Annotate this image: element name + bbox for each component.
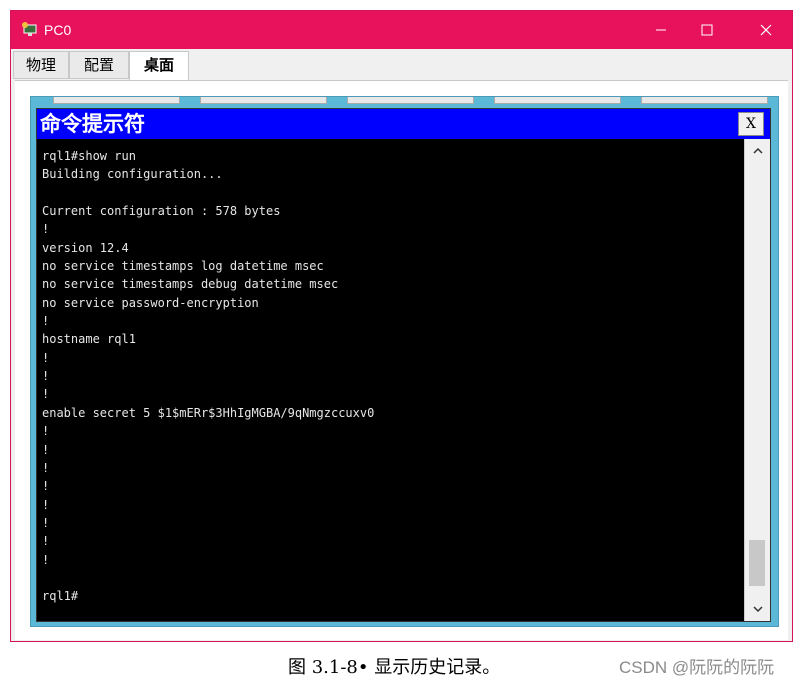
terminal-line: ! [42, 222, 50, 237]
tab-physical[interactable]: 物理 [13, 51, 69, 79]
terminal-line: hostname rql1 [42, 332, 136, 347]
terminal-lines: rql1#show run Building configuration... Cu… [42, 147, 374, 606]
terminal-line: ! [42, 387, 50, 402]
terminal-line: ! [42, 314, 50, 329]
terminal-output[interactable]: rql1#show run Building configuration... Cu… [37, 139, 744, 621]
desktop-app-button[interactable] [641, 97, 768, 104]
tab-desktop[interactable]: 桌面 [129, 51, 189, 82]
terminal-line: ! [42, 350, 50, 365]
terminal-line: no service timestamps debug datetime mse… [42, 277, 339, 292]
pc0-window: PC0 物理 配置 桌面 命令提示符 X rql1#show run Build… [10, 10, 793, 642]
terminal-line: Building configuration... [42, 167, 223, 182]
terminal-line: ! [42, 497, 50, 512]
window-title: PC0 [44, 22, 72, 38]
terminal-line: rql1# [42, 589, 79, 604]
chevron-down-icon [752, 606, 763, 613]
command-prompt-header: 命令提示符 X [37, 109, 770, 139]
terminal-line: rql1#show run [42, 149, 136, 163]
desktop-frame: 命令提示符 X rql1#show run Building configurat… [30, 96, 779, 627]
terminal-line: ! [42, 552, 50, 567]
scroll-down-button[interactable] [745, 599, 770, 619]
terminal-line: no service timestamps log datetime msec [42, 259, 324, 274]
tab-config[interactable]: 配置 [69, 51, 129, 79]
desktop-app-button[interactable] [347, 97, 474, 104]
terminal-line: ! [42, 442, 50, 457]
maximize-icon [701, 24, 713, 36]
terminal-line: enable secret 5 $1$mERr$3HhIgMGBA/9qNmgz… [42, 405, 375, 420]
command-prompt-window: 命令提示符 X rql1#show run Building configurat… [36, 108, 771, 622]
desktop-app-button[interactable] [200, 97, 327, 104]
title-bar: PC0 [11, 11, 792, 49]
close-button[interactable] [743, 11, 789, 49]
terminal-line: ! [42, 515, 50, 530]
close-icon [760, 24, 772, 36]
scrollbar[interactable] [744, 139, 770, 621]
terminal-line: ! [42, 369, 50, 384]
scrollbar-thumb[interactable] [749, 540, 765, 586]
terminal-line: ! [42, 479, 50, 494]
terminal-line: version 12.4 [42, 240, 129, 255]
command-prompt-title: 命令提示符 [40, 111, 145, 136]
desktop-app-button[interactable] [494, 97, 621, 104]
scroll-up-button[interactable] [745, 141, 770, 161]
minimize-button[interactable] [638, 11, 684, 49]
terminal-line: ! [42, 460, 50, 475]
minimize-icon [656, 29, 666, 31]
pc-icon [22, 22, 37, 36]
terminal-line: Current configuration : 578 bytes [42, 204, 281, 219]
tab-bar: 物理 配置 桌面 [11, 49, 792, 82]
command-prompt-close-button[interactable]: X [738, 112, 764, 136]
desktop-content: 命令提示符 X rql1#show run Building configurat… [15, 80, 788, 640]
figure-caption: 图 3.1-8• 显示历史记录。 [288, 657, 501, 678]
desktop-app-button[interactable] [53, 97, 180, 104]
terminal-line: ! [42, 424, 50, 439]
terminal-line: no service password-encryption [42, 295, 259, 310]
maximize-button[interactable] [684, 11, 730, 49]
watermark: CSDN @阮阮的阮阮 [619, 658, 775, 677]
terminal-line: ! [42, 534, 50, 549]
chevron-up-icon [752, 147, 763, 154]
